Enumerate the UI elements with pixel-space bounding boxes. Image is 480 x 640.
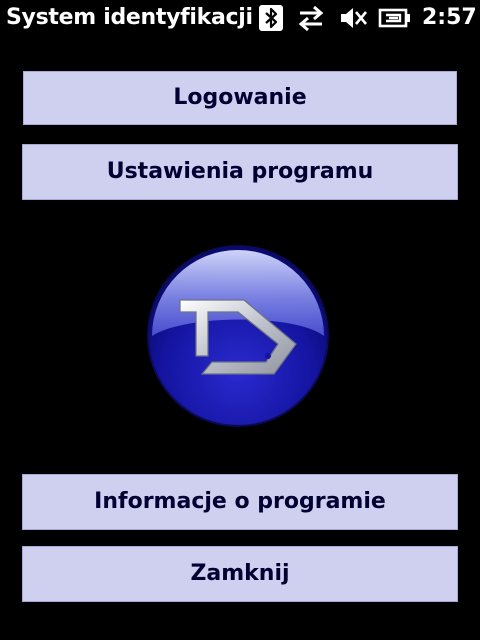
bluetooth-icon[interactable] xyxy=(256,4,286,32)
title-bar: System identyfikacji 2:57 xyxy=(0,0,480,36)
settings-button[interactable]: Ustawienia programu xyxy=(22,144,458,200)
login-button[interactable]: Logowanie xyxy=(23,71,457,125)
app-logo-icon xyxy=(147,245,329,427)
info-button[interactable]: Informacje o programie xyxy=(22,474,458,530)
app-title: System identyfikacji xyxy=(6,5,253,30)
clock: 2:57 xyxy=(422,5,477,30)
data-connection-icon[interactable] xyxy=(296,4,326,32)
volume-muted-icon[interactable] xyxy=(338,4,368,32)
battery-charging-icon[interactable] xyxy=(378,4,412,32)
close-button[interactable]: Zamknij xyxy=(22,546,458,602)
